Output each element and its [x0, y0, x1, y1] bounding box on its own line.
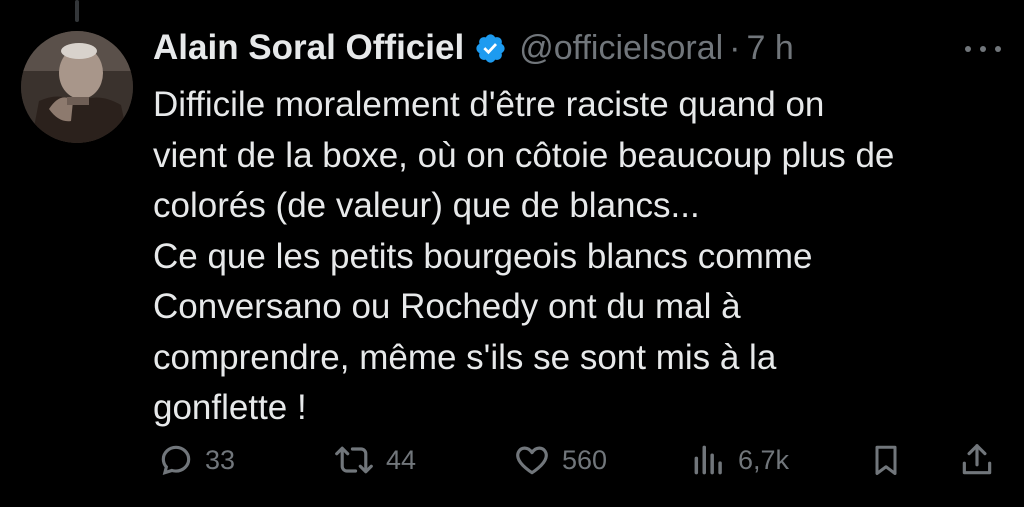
share-icon: [958, 441, 996, 479]
reply-icon: [157, 441, 195, 479]
tweet-body: Alain Soral Officiel @officielsoral · 7 …: [153, 22, 1003, 434]
bookmark-icon: [868, 441, 904, 479]
tweet-header: Alain Soral Officiel @officielsoral · 7 …: [153, 22, 1003, 74]
reply-count: 33: [205, 444, 236, 475]
separator-dot: ·: [729, 28, 741, 67]
user-handle[interactable]: @officielsoral: [519, 29, 723, 68]
repost-count: 44: [386, 444, 417, 475]
verified-badge-icon: [474, 32, 507, 65]
share-button[interactable]: [958, 440, 996, 480]
like-button[interactable]: 560: [512, 440, 607, 480]
like-count: 560: [562, 444, 608, 475]
views-button[interactable]: 6,7k: [690, 440, 789, 480]
repost-icon: [332, 441, 376, 479]
heart-icon: [512, 441, 552, 479]
views-count: 6,7k: [738, 444, 790, 475]
more-icon[interactable]: [965, 34, 1001, 64]
display-name[interactable]: Alain Soral Officiel: [153, 28, 464, 68]
thread-connector-line: [75, 0, 79, 22]
reply-button[interactable]: 33: [157, 440, 235, 480]
bookmark-button[interactable]: [868, 440, 904, 480]
views-icon: [690, 441, 728, 479]
tweet-text: Difficile moralement d'être raciste quan…: [153, 85, 895, 427]
repost-button[interactable]: 44: [332, 440, 416, 480]
avatar[interactable]: [21, 31, 133, 143]
timestamp[interactable]: 7 h: [747, 29, 794, 68]
